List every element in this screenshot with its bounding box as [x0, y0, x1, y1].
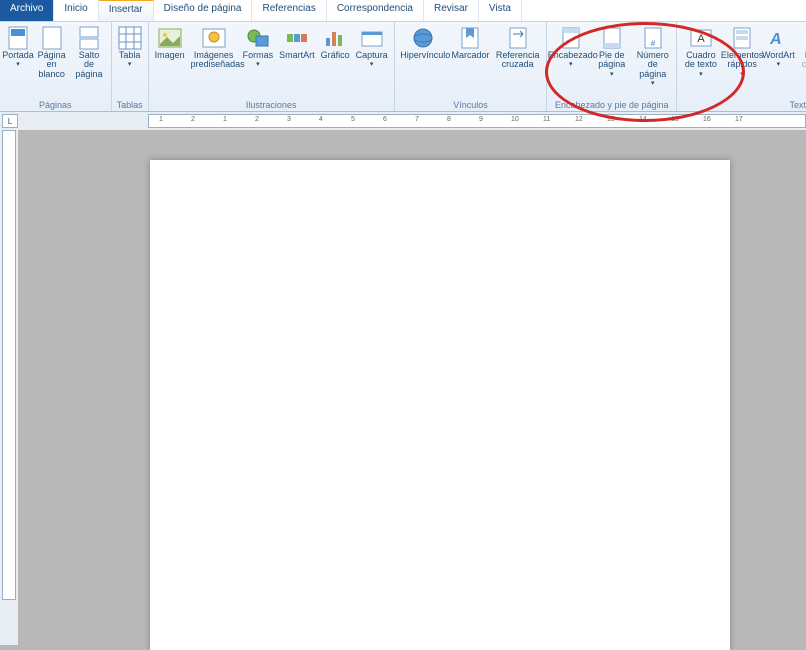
- document-page[interactable]: [150, 160, 730, 650]
- blank-page-icon: [40, 26, 64, 50]
- crossref-icon: [506, 26, 530, 50]
- wordart-icon: A: [766, 26, 790, 50]
- footer-button[interactable]: Pie de página▾: [591, 24, 632, 99]
- page-break-button[interactable]: Salto de página: [70, 24, 107, 99]
- group-encpie-label: Encabezado y pie de página: [550, 99, 673, 111]
- pagenum-button[interactable]: # Número de página▾: [632, 24, 673, 99]
- header-icon: [559, 26, 583, 50]
- picture-icon: [158, 26, 182, 50]
- group-tablas-label: Tablas: [115, 99, 145, 111]
- textbox-label: Cuadro de texto: [683, 51, 718, 70]
- header-button[interactable]: Encabezado▾: [550, 24, 591, 99]
- group-encpie: Encabezado▾ Pie de página▾ # Número de p…: [547, 22, 677, 111]
- tab-insertar[interactable]: Insertar: [99, 0, 154, 21]
- chart-label: Gráfico: [321, 51, 350, 60]
- quickparts-label: Elementos rápidos: [721, 51, 764, 70]
- footer-label: Pie de página: [594, 51, 629, 70]
- dropcap-button[interactable]: A Letra capital▾: [794, 24, 806, 99]
- header-label: Encabezado: [548, 51, 594, 60]
- table-icon: [118, 26, 142, 50]
- clipart-icon: [202, 26, 226, 50]
- group-ilustraciones: Imagen Imágenes prediseñadas Formas▾ Sma…: [149, 22, 395, 111]
- quickparts-icon: [730, 26, 754, 50]
- bookmark-icon: [458, 26, 482, 50]
- horizontal-ruler[interactable]: 121234567891011121314151617: [148, 114, 806, 128]
- clipart-label: Imágenes prediseñadas: [191, 51, 237, 70]
- smartart-label: SmartArt: [279, 51, 315, 60]
- bookmark-button[interactable]: Marcador: [449, 24, 492, 99]
- dropcap-icon: A: [803, 26, 806, 50]
- wordart-button[interactable]: A WordArt▾: [763, 24, 794, 99]
- textbox-icon: A: [689, 26, 713, 50]
- crossref-label: Referencia cruzada: [495, 51, 540, 70]
- ruler-bar: L 121234567891011121314151617: [0, 112, 806, 130]
- svg-text:A: A: [769, 30, 784, 48]
- pagenum-icon: #: [641, 26, 665, 50]
- group-texto: A Cuadro de texto▾ Elementos rápidos▾ A …: [677, 22, 806, 111]
- group-ilustraciones-label: Ilustraciones: [152, 99, 391, 111]
- crossref-button[interactable]: Referencia cruzada: [492, 24, 543, 99]
- clipart-button[interactable]: Imágenes prediseñadas: [188, 24, 240, 99]
- tab-referencias[interactable]: Referencias: [252, 0, 326, 21]
- hyperlink-label: Hipervínculo: [400, 51, 446, 60]
- chart-icon: [323, 26, 347, 50]
- hyperlink-button[interactable]: Hipervínculo: [398, 24, 449, 99]
- tab-diseno[interactable]: Diseño de página: [154, 0, 253, 21]
- tab-selector[interactable]: L: [2, 114, 18, 128]
- svg-text:A: A: [697, 33, 705, 45]
- tab-inicio[interactable]: Inicio: [54, 0, 98, 21]
- screenshot-icon: [360, 26, 384, 50]
- group-tablas: Tabla▾ Tablas: [112, 22, 149, 111]
- smartart-button[interactable]: SmartArt: [276, 24, 318, 99]
- cover-page-button[interactable]: Portada▾: [3, 24, 33, 99]
- vertical-ruler[interactable]: [2, 130, 16, 600]
- ribbon-tabs: Archivo Inicio Insertar Diseño de página…: [0, 0, 806, 22]
- quickparts-button[interactable]: Elementos rápidos▾: [722, 24, 763, 99]
- tab-vista[interactable]: Vista: [479, 0, 522, 21]
- vertical-ruler-area: [0, 130, 18, 645]
- textbox-button[interactable]: A Cuadro de texto▾: [680, 24, 721, 99]
- group-vinculos-label: Vínculos: [398, 99, 544, 111]
- pagenum-label: Número de página: [635, 51, 670, 79]
- wordart-label: WordArt: [762, 51, 795, 60]
- screenshot-label: Captura: [356, 51, 388, 60]
- bookmark-label: Marcador: [451, 51, 489, 60]
- table-label: Tabla: [119, 51, 141, 60]
- tab-correspondencia[interactable]: Correspondencia: [327, 0, 424, 21]
- dropcap-label: Letra capital: [797, 51, 806, 70]
- group-vinculos: Hipervínculo Marcador Referencia cruzada…: [395, 22, 548, 111]
- tab-file[interactable]: Archivo: [0, 0, 54, 21]
- chart-button[interactable]: Gráfico: [318, 24, 353, 99]
- group-paginas-label: Páginas: [3, 99, 108, 111]
- group-paginas: Portada▾ Página en blanco Salto de págin…: [0, 22, 112, 111]
- blank-page-button[interactable]: Página en blanco: [33, 24, 70, 99]
- shapes-button[interactable]: Formas▾: [240, 24, 277, 99]
- page-break-label: Salto de página: [73, 51, 104, 79]
- shapes-label: Formas: [243, 51, 274, 60]
- group-texto-label: Texto: [680, 99, 806, 111]
- cover-page-label: Portada: [2, 51, 34, 60]
- shapes-icon: [246, 26, 270, 50]
- cover-page-icon: [6, 26, 30, 50]
- picture-button[interactable]: Imagen: [152, 24, 188, 99]
- blank-page-label: Página en blanco: [36, 51, 67, 79]
- ribbon: Portada▾ Página en blanco Salto de págin…: [0, 22, 806, 112]
- table-button[interactable]: Tabla▾: [115, 24, 145, 99]
- page-break-icon: [77, 26, 101, 50]
- picture-label: Imagen: [155, 51, 185, 60]
- smartart-icon: [285, 26, 309, 50]
- screenshot-button[interactable]: Captura▾: [353, 24, 391, 99]
- tab-revisar[interactable]: Revisar: [424, 0, 479, 21]
- footer-icon: [600, 26, 624, 50]
- hyperlink-icon: [411, 26, 435, 50]
- svg-text:#: #: [651, 39, 656, 48]
